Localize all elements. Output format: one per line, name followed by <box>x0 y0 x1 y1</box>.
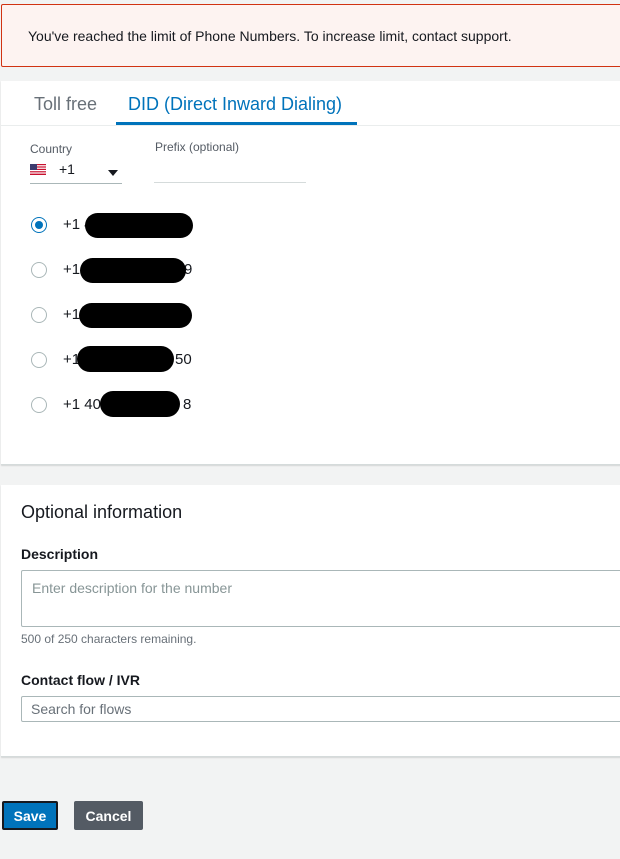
description-label: Description <box>21 546 99 562</box>
save-button[interactable]: Save <box>2 801 58 830</box>
character-count: 500 of 250 characters remaining. <box>21 632 197 646</box>
redaction-mark <box>79 303 192 328</box>
active-tab-indicator <box>116 122 357 125</box>
redaction-mark <box>85 213 193 238</box>
prefix-input[interactable] <box>154 158 306 183</box>
contact-flow-search-input[interactable] <box>21 696 620 722</box>
phone-number-text: +1 40 <box>63 396 101 413</box>
radio-button[interactable] <box>31 307 47 323</box>
country-code: +1 <box>59 161 75 177</box>
country-select[interactable]: +1 <box>30 159 122 184</box>
number-type-tabs: Toll free DID (Direct Inward Dialing) <box>1 81 620 126</box>
alert-message: You've reached the limit of Phone Number… <box>28 28 512 44</box>
limit-alert: You've reached the limit of Phone Number… <box>1 4 620 67</box>
phone-number-text: +1 <box>63 261 81 278</box>
phone-number-text: +1 <box>63 306 81 323</box>
tab-did[interactable]: DID (Direct Inward Dialing) <box>128 94 342 115</box>
redaction-mark <box>80 258 186 283</box>
radio-button[interactable] <box>31 397 47 413</box>
radio-button-selected[interactable] <box>31 217 47 233</box>
contact-flow-label: Contact flow / IVR <box>21 672 140 688</box>
cancel-button[interactable]: Cancel <box>74 801 143 830</box>
description-input[interactable] <box>21 570 620 627</box>
radio-button[interactable] <box>31 352 47 368</box>
section-heading: Optional information <box>21 502 183 522</box>
redaction-mark <box>77 346 174 372</box>
radio-button[interactable] <box>31 262 47 278</box>
chevron-down-icon <box>108 170 118 176</box>
tab-toll-free[interactable]: Toll free <box>34 94 97 115</box>
us-flag-icon <box>30 164 46 175</box>
phone-number-suffix: 50 <box>175 351 192 368</box>
redaction-mark <box>100 391 180 417</box>
country-label: Country <box>30 142 73 156</box>
prefix-label: Prefix (optional) <box>155 140 240 154</box>
phone-number-suffix: 8 <box>183 396 192 413</box>
optional-information-panel: Optional information Description 500 of … <box>1 485 620 757</box>
